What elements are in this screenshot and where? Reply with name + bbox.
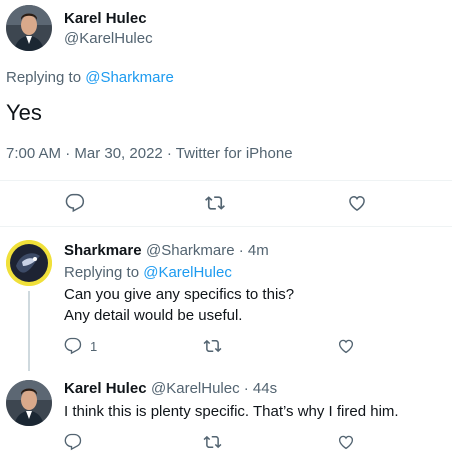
avatar-image — [6, 240, 52, 286]
like-button[interactable] — [347, 193, 367, 213]
replying-handle-link[interactable]: @KarelHulec — [143, 264, 232, 281]
reply-button[interactable] — [65, 193, 85, 213]
retweet-button[interactable] — [204, 193, 226, 213]
avatar-karel-reply[interactable] — [6, 380, 52, 426]
tweet-text: Yes — [6, 100, 42, 125]
reply-icon — [65, 193, 85, 213]
replying-handle-link[interactable]: @Sharkmare — [85, 69, 174, 86]
avatar-karel-main[interactable] — [6, 5, 52, 51]
reply-button[interactable]: 1 — [64, 337, 97, 355]
replying-to: Replying to @Sharkmare — [6, 69, 174, 86]
reply-author-name[interactable]: Sharkmare — [64, 242, 142, 259]
replying-prefix: Replying to — [6, 69, 82, 86]
thread-line — [28, 291, 30, 371]
reply-text-line-2: Any detail would be useful. — [64, 307, 243, 324]
like-icon — [349, 195, 365, 211]
retweet-icon — [203, 435, 222, 449]
reply-author-name[interactable]: Karel Hulec — [64, 380, 147, 397]
reply-count: 1 — [90, 338, 98, 354]
replying-prefix: Replying to — [64, 264, 140, 281]
retweet-icon — [203, 339, 222, 353]
divider — [0, 226, 452, 227]
replying-to: Replying to @KarelHulec — [64, 264, 232, 281]
reply-header: Karel Hulec @KarelHulec · 44s — [64, 380, 277, 398]
retweet-button[interactable] — [203, 433, 222, 451]
retweet-button[interactable] — [203, 337, 222, 355]
author-handle[interactable]: @KarelHulec — [64, 30, 153, 47]
reply-text-line-1: I think this is plenty specific. That’s … — [64, 403, 399, 420]
reply-icon — [64, 433, 82, 451]
reply-text-line-1: Can you give any specifics to this? — [64, 286, 295, 303]
avatar-sharkmare[interactable] — [6, 240, 52, 286]
like-button[interactable] — [337, 337, 355, 355]
reply-button[interactable] — [64, 433, 82, 451]
reply-author-handle[interactable]: @Sharkmare · 4m — [146, 242, 269, 259]
divider — [0, 180, 452, 181]
reply-icon — [64, 337, 82, 355]
like-icon — [338, 435, 354, 450]
like-icon — [338, 339, 354, 354]
retweet-icon — [205, 196, 225, 210]
reply-author-handle[interactable]: @KarelHulec · 44s — [151, 380, 277, 397]
author-name[interactable]: Karel Hulec — [64, 10, 147, 27]
like-button[interactable] — [337, 433, 355, 451]
reply-header: Sharkmare @Sharkmare · 4m — [64, 242, 269, 260]
tweet-meta[interactable]: 7:00 AM · Mar 30, 2022 · Twitter for iPh… — [6, 145, 293, 162]
avatar-image — [6, 5, 52, 51]
avatar-image — [6, 380, 52, 426]
